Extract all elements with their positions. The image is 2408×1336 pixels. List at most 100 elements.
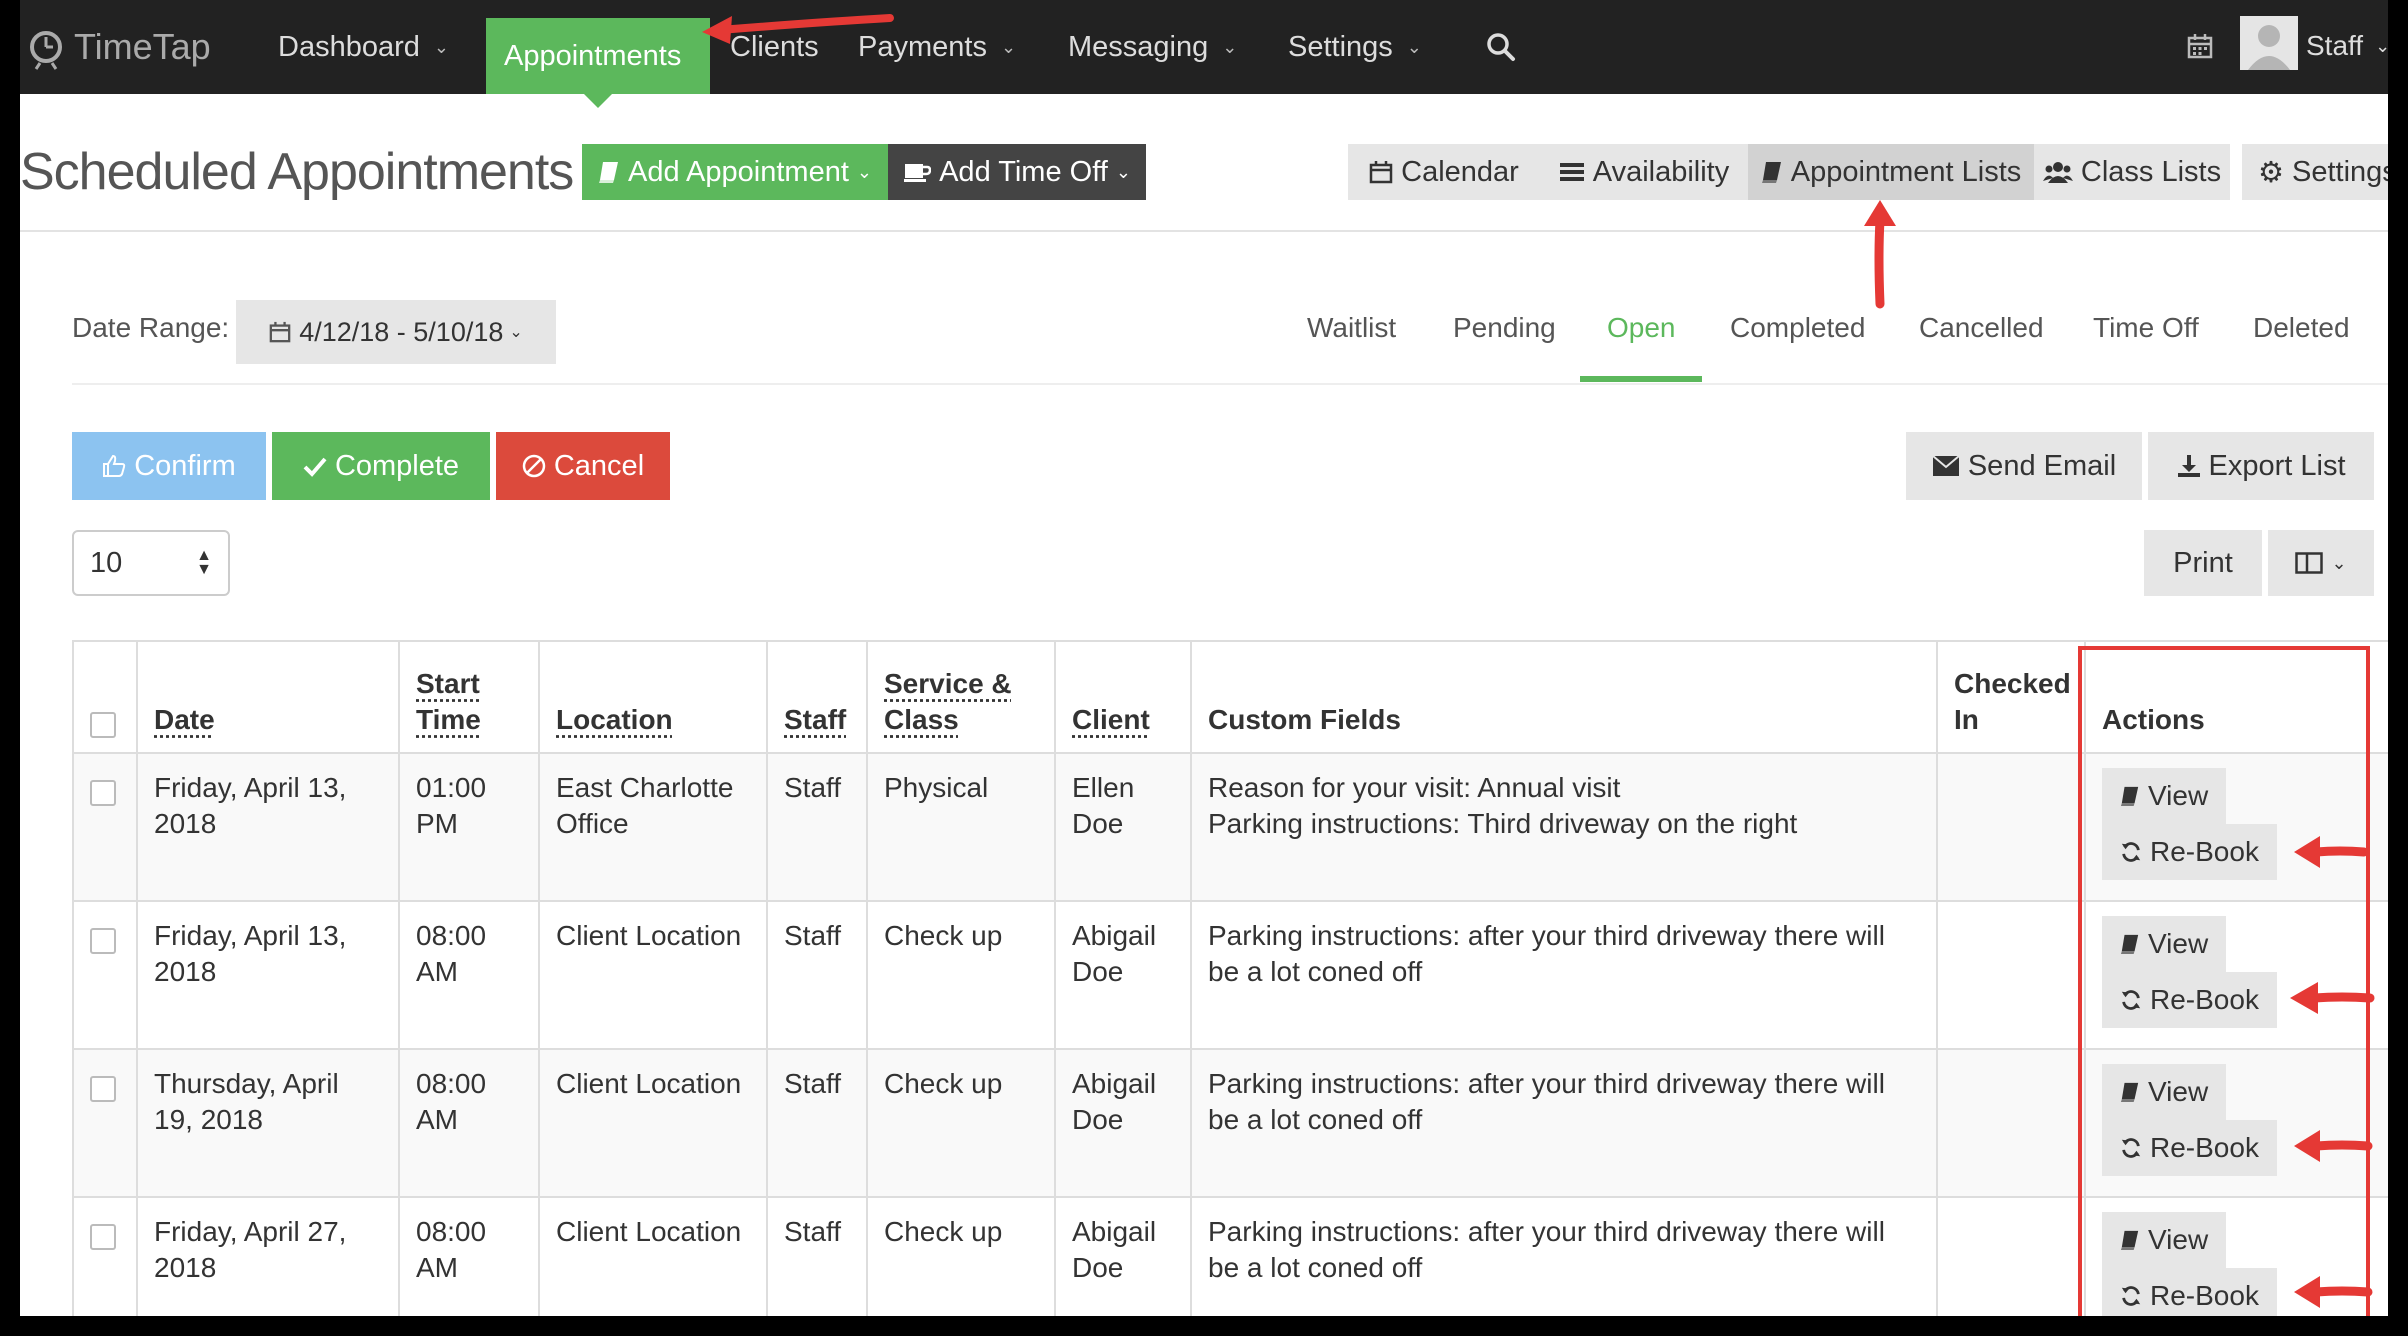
- search-icon: [1487, 33, 1515, 61]
- nav-settings-label: Settings: [1288, 30, 1393, 63]
- availability-view-label: Availability: [1592, 155, 1730, 188]
- header-service-class[interactable]: Service & Class: [866, 640, 1056, 754]
- nav-messaging[interactable]: Messaging ⌄: [1068, 16, 1237, 78]
- tab-deleted[interactable]: Deleted: [2253, 312, 2350, 344]
- nav-settings[interactable]: Settings ⌄: [1288, 16, 1422, 78]
- book-icon: [598, 160, 620, 184]
- row-checkbox[interactable]: [90, 1224, 116, 1250]
- column-toggle-button[interactable]: ⌄: [2268, 530, 2374, 596]
- header-service-class-label: Service & Class: [884, 668, 1012, 735]
- availability-view-button[interactable]: Availability: [1540, 144, 1748, 200]
- check-icon: [303, 455, 327, 477]
- chevron-down-icon: ⌄: [856, 161, 872, 182]
- row-select-cell: [72, 1196, 138, 1316]
- custom-field-1: Reason for your visit: Annual visit: [1208, 772, 1621, 803]
- timetap-logo[interactable]: TimeTap: [20, 14, 211, 80]
- page-size-value: 10: [90, 546, 123, 579]
- chevron-down-icon: ⌄: [1000, 36, 1017, 57]
- date-range-value: 4/12/18 - 5/10/18: [299, 316, 504, 347]
- custom-field-1: Parking instructions: after your third d…: [1208, 1216, 1885, 1283]
- row-checkbox[interactable]: [90, 1076, 116, 1102]
- header-location[interactable]: Location: [538, 640, 768, 754]
- cell-date: Thursday, April 19, 2018: [136, 1048, 400, 1198]
- page-size-select[interactable]: 10 ▲ ▼: [72, 530, 230, 596]
- tab-open[interactable]: Open: [1607, 312, 1676, 344]
- header-client-label: Client: [1072, 704, 1150, 735]
- calendar-view-button[interactable]: Calendar: [1348, 144, 1540, 200]
- nav-messaging-label: Messaging: [1068, 30, 1209, 63]
- active-caret: [584, 94, 612, 108]
- export-list-button[interactable]: Export List: [2148, 432, 2374, 500]
- user-silhouette-icon: [2240, 16, 2298, 70]
- add-appointment-label: Add Appointment: [628, 155, 849, 188]
- table-row: Friday, April 13, 2018 01:00 PM East Charl…: [72, 752, 2388, 902]
- nav-search[interactable]: [1486, 16, 1516, 78]
- date-range-label: Date Range:: [72, 312, 230, 343]
- nav-calendar[interactable]: [2186, 18, 2214, 74]
- active-tab-indicator: [1580, 376, 1702, 382]
- nav-appointments[interactable]: Appointments: [486, 18, 710, 108]
- row-checkbox[interactable]: [90, 780, 116, 806]
- date-range-picker[interactable]: 4/12/18 - 5/10/18 ⌄: [236, 300, 556, 364]
- tab-cancelled[interactable]: Cancelled: [1919, 312, 2044, 344]
- row-checkbox[interactable]: [90, 928, 116, 954]
- tab-completed[interactable]: Completed: [1730, 312, 1865, 344]
- nav-dashboard[interactable]: Dashboard ⌄: [278, 16, 449, 78]
- row-select-cell: [72, 900, 138, 1050]
- chevron-down-icon: ⌄: [509, 324, 523, 341]
- add-time-off-button[interactable]: Add Time Off ⌄: [888, 144, 1146, 200]
- cell-date: Friday, April 27, 2018: [136, 1196, 400, 1316]
- cell-checked-in: [1936, 1048, 2086, 1198]
- header-client[interactable]: Client: [1054, 640, 1192, 754]
- header-start-time[interactable]: Start Time: [398, 640, 540, 754]
- red-arrow-icon: [702, 14, 894, 44]
- cell-date: Friday, April 13, 2018: [136, 752, 400, 902]
- chevron-down-icon: ⌄: [433, 36, 449, 57]
- cell-location: Client Location: [538, 1048, 768, 1198]
- select-all-checkbox[interactable]: [90, 712, 116, 738]
- header-staff[interactable]: Staff: [766, 640, 868, 754]
- add-appointment-button[interactable]: Add Appointment ⌄: [582, 144, 888, 200]
- coffee-icon: [903, 160, 932, 184]
- header-checked-in-label: Checked In: [1954, 668, 2071, 735]
- cell-client: Abigail Doe: [1054, 900, 1192, 1050]
- header-date[interactable]: Date: [136, 640, 400, 754]
- tab-pending[interactable]: Pending: [1453, 312, 1556, 344]
- download-icon: [2177, 454, 2201, 478]
- chevron-down-icon: ⌄: [2331, 552, 2347, 573]
- print-button[interactable]: Print: [2144, 530, 2262, 596]
- settings-button[interactable]: ⚙ Settings: [2242, 144, 2388, 200]
- header-location-label: Location: [556, 704, 673, 735]
- cell-location: East Charlotte Office: [538, 752, 768, 902]
- class-lists-view-button[interactable]: Class Lists: [2034, 144, 2230, 200]
- class-lists-view-label: Class Lists: [2080, 155, 2222, 188]
- header-checked-in: Checked In: [1936, 640, 2086, 754]
- users-icon: [2042, 160, 2073, 184]
- appointment-lists-view-button[interactable]: Appointment Lists: [1748, 144, 2034, 200]
- cell-staff: Staff: [766, 752, 868, 902]
- header-start-time-label: Start Time: [416, 668, 481, 735]
- cell-client: Ellen Doe: [1054, 752, 1192, 902]
- cell-location: Client Location: [538, 1196, 768, 1316]
- cancel-button[interactable]: Cancel: [496, 432, 670, 500]
- header-custom-fields: Custom Fields: [1190, 640, 1938, 754]
- cell-checked-in: [1936, 900, 2086, 1050]
- envelope-icon: [1932, 455, 1960, 477]
- complete-button[interactable]: Complete: [272, 432, 490, 500]
- header-divider: [20, 230, 2388, 232]
- custom-field-1: Parking instructions: after your third d…: [1208, 920, 1885, 987]
- user-avatar[interactable]: [2240, 16, 2298, 70]
- chevron-down-icon: ⌄: [2375, 35, 2388, 56]
- red-arrow-icon: [2294, 836, 2369, 868]
- user-menu[interactable]: Staff ⌄: [2306, 18, 2388, 74]
- send-email-button[interactable]: Send Email: [1906, 432, 2142, 500]
- custom-field-2: Parking instructions: Third driveway on …: [1208, 808, 1798, 839]
- tab-time-off[interactable]: Time Off: [2093, 312, 2199, 344]
- tab-waitlist[interactable]: Waitlist: [1307, 312, 1396, 344]
- calendar-icon: [1369, 160, 1393, 184]
- table-header-row: Date Start Time Location Staff Service &…: [72, 640, 2388, 754]
- cell-client: Abigail Doe: [1054, 1048, 1192, 1198]
- spinner-arrows-icon: ▲ ▼: [196, 547, 212, 578]
- cell-custom-fields: Parking instructions: after your third d…: [1190, 1196, 1938, 1316]
- confirm-button[interactable]: Confirm: [72, 432, 266, 500]
